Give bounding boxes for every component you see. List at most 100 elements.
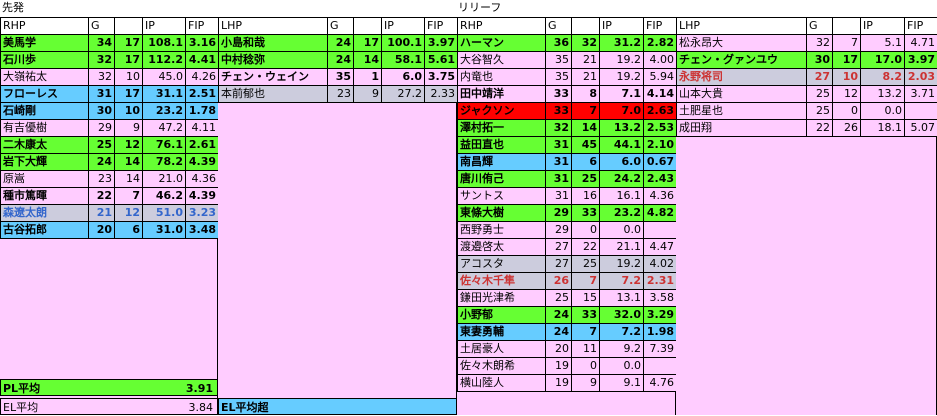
cell-g: 31 [546, 171, 572, 188]
column-header: FIP [425, 18, 458, 35]
cell-name: 森遼太朗 [1, 205, 89, 222]
cell-ip: 44.1 [600, 137, 644, 154]
pitcher-row: 岩下大輝241478.24.39 [1, 154, 219, 171]
cell-gs: 25 [572, 256, 600, 273]
cell-fip: 2.03 [905, 69, 937, 86]
cell-g: 31 [546, 154, 572, 171]
cell-gs: 14 [115, 154, 143, 171]
pitcher-row: 渡邉啓太272221.14.47 [458, 239, 677, 256]
cell-ip: 76.1 [143, 137, 186, 154]
column-header: IP [143, 18, 186, 35]
header-row: LHPGIPFIP [219, 18, 458, 35]
cell-name: ハーマン [458, 35, 546, 52]
column-header: LHP [219, 18, 328, 35]
cell-ip: 19.2 [600, 69, 644, 86]
pitcher-row: 石川歩3217112.24.41 [1, 52, 219, 69]
rp-rhp-panel: RHPGIPFIPハーマン363231.22.82大谷智久352119.24.0… [457, 17, 676, 415]
column-header: RHP [1, 18, 89, 35]
cell-name: 成田翔 [677, 120, 807, 137]
cell-fip: 3.16 [186, 35, 219, 52]
rp-rhp-table: RHPGIPFIPハーマン363231.22.82大谷智久352119.24.0… [457, 17, 677, 392]
pitcher-row: 原嵩231421.04.36 [1, 171, 219, 188]
cell-ip: 0.0 [861, 103, 905, 120]
cell-ip: 24.2 [600, 171, 644, 188]
pitcher-row: ジャクソン3377.02.63 [458, 103, 677, 120]
cell-ip: 31.1 [143, 86, 186, 103]
cell-fip: 4.00 [644, 52, 677, 69]
cell-fip: 4.76 [644, 375, 677, 392]
cell-g: 26 [546, 273, 572, 290]
starters-title: 先発 [2, 1, 24, 14]
cell-g: 21 [89, 205, 115, 222]
relief-header: リリーフ [456, 0, 937, 16]
pl-average-value: 3.91 [186, 380, 213, 397]
column-header: IP [382, 18, 425, 35]
pitcher-row: 鎌田光津希251513.13.58 [458, 290, 677, 307]
cell-gs: 10 [115, 103, 143, 120]
sp-rhp-panel: RHPGIPFIP美馬学3417108.13.16石川歩3217112.24.4… [0, 17, 218, 415]
column-header: G [546, 18, 572, 35]
cell-gs: 7 [572, 103, 600, 120]
pitcher-row: 成田翔222618.15.07 [677, 120, 937, 137]
cell-gs: 17 [115, 35, 143, 52]
cell-g: 23 [89, 171, 115, 188]
cell-gs: 6 [115, 222, 143, 239]
cell-g: 29 [546, 205, 572, 222]
cell-gs: 21 [572, 52, 600, 69]
el-average-above-label: EL平均超 [221, 401, 269, 414]
cell-name: 石川歩 [1, 52, 89, 69]
cell-ip: 13.2 [861, 86, 905, 103]
cell-gs: 33 [572, 307, 600, 324]
cell-g: 35 [328, 69, 354, 86]
cell-fip: 3.75 [425, 69, 458, 86]
cell-ip: 51.0 [143, 205, 186, 222]
cell-g: 24 [546, 307, 572, 324]
cell-name: 田中靖洋 [458, 86, 546, 103]
pitcher-row: チェン・グァンユウ301717.03.97 [677, 52, 937, 69]
cell-ip: 5.1 [861, 35, 905, 52]
pitcher-row: 美馬学3417108.13.16 [1, 35, 219, 52]
pitcher-row: 石崎剛301023.21.78 [1, 103, 219, 120]
cell-g: 31 [546, 188, 572, 205]
cell-g: 24 [328, 35, 354, 52]
cell-g: 19 [546, 375, 572, 392]
cell-name: 渡邉啓太 [458, 239, 546, 256]
pitcher-row: 山本大貴251213.23.71 [677, 86, 937, 103]
cell-gs: 0 [572, 222, 600, 239]
cell-g: 24 [546, 324, 572, 341]
cell-fip: 4.26 [186, 69, 219, 86]
cell-ip: 112.2 [143, 52, 186, 69]
cell-fip: 1.78 [186, 103, 219, 120]
pitcher-row: 佐々木朗希1900.0 [458, 358, 677, 375]
cell-ip: 0.0 [600, 358, 644, 375]
pitcher-row: 古谷拓郎20631.03.48 [1, 222, 219, 239]
pitcher-row: 横山陸人1999.14.76 [458, 375, 677, 392]
cell-fip: 3.97 [425, 35, 458, 52]
cell-g: 24 [328, 52, 354, 69]
cell-ip: 19.2 [600, 256, 644, 273]
cell-gs: 9 [354, 86, 382, 103]
cell-ip: 45.0 [143, 69, 186, 86]
cell-fip: 0.67 [644, 154, 677, 171]
column-header: FIP [186, 18, 219, 35]
cell-ip: 17.0 [861, 52, 905, 69]
cell-g: 27 [546, 239, 572, 256]
cell-g: 27 [807, 69, 833, 86]
cell-name: 唐川侑己 [458, 171, 546, 188]
cell-g: 24 [89, 154, 115, 171]
cell-name: ジャクソン [458, 103, 546, 120]
header-row: LHPGIPFIP [677, 18, 937, 35]
cell-name: 大嶺祐太 [1, 69, 89, 86]
cell-ip: 7.2 [600, 324, 644, 341]
cell-name: 本前郁也 [219, 86, 328, 103]
cell-name: 澤村拓一 [458, 120, 546, 137]
pitcher-row: 土肥星也2500.0 [677, 103, 937, 120]
cell-gs: 7 [572, 324, 600, 341]
cell-g: 25 [807, 103, 833, 120]
column-header: G [807, 18, 833, 35]
pitcher-row: 永野将司27108.22.03 [677, 69, 937, 86]
pitcher-row: 佐々木千隼2677.22.31 [458, 273, 677, 290]
pitcher-row: 森遼太朗211251.03.23 [1, 205, 219, 222]
cell-gs: 9 [115, 120, 143, 137]
cell-g: 22 [807, 120, 833, 137]
